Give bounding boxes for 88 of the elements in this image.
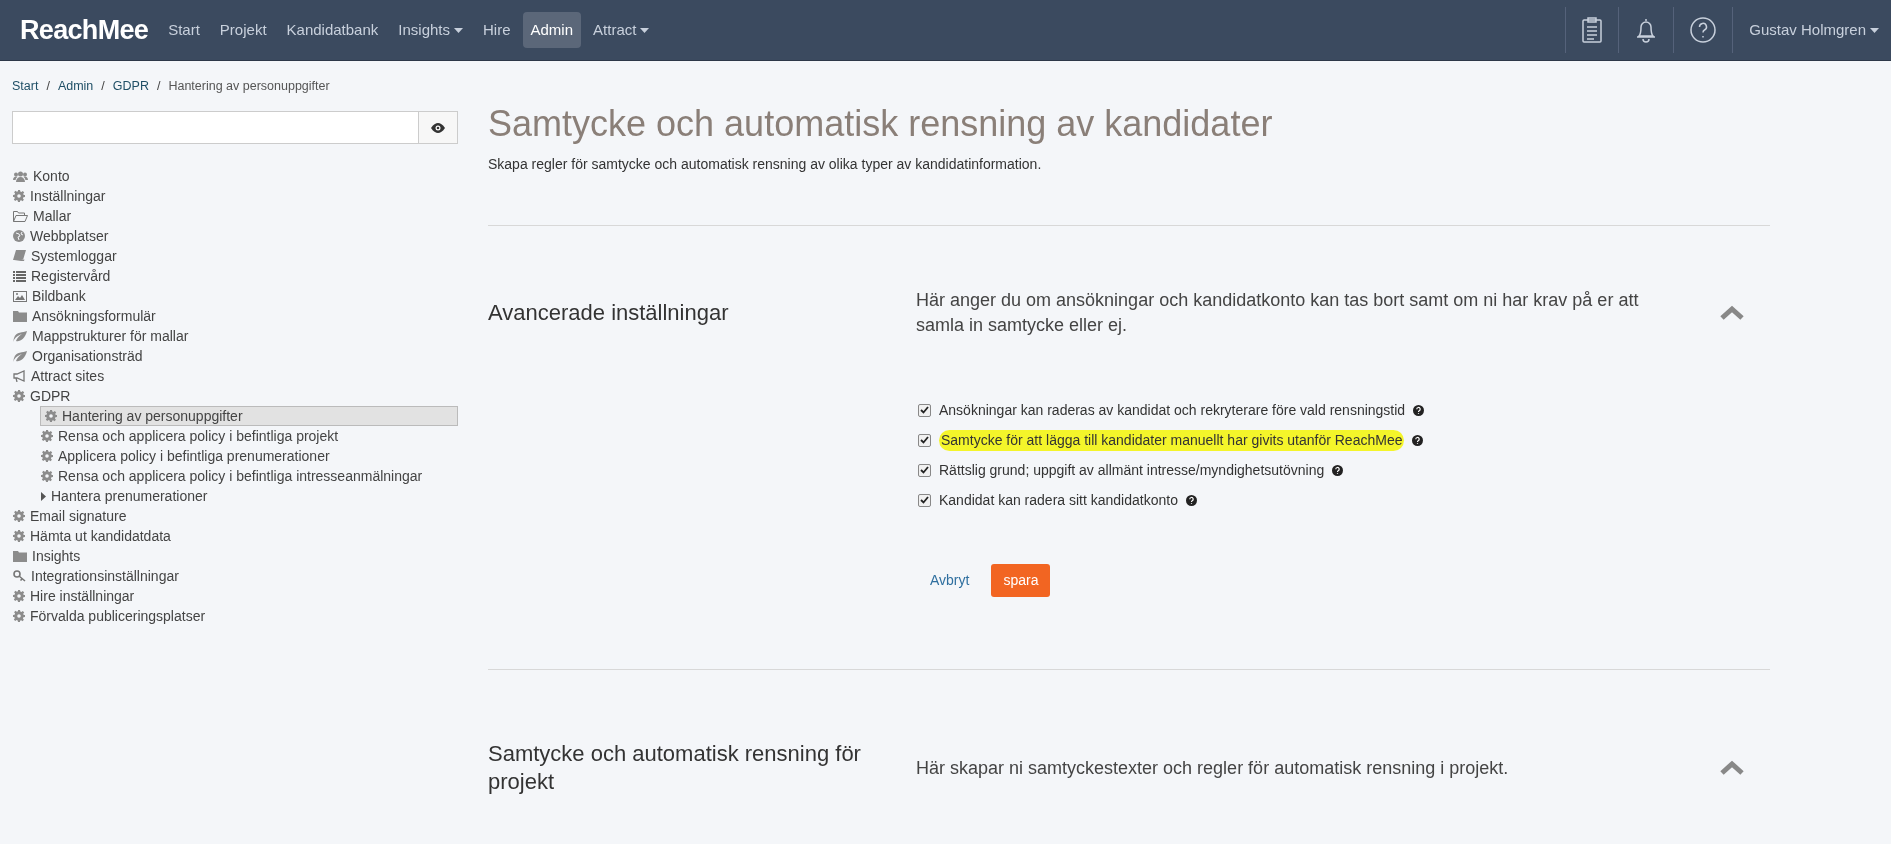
section-description: Här anger du om ansökningar och kandidatkonto kan tas bort samt om ni har krav på er att samla in samtycke eller ej. <box>916 289 1640 337</box>
gear-icon <box>13 190 25 202</box>
sidebar-item[interactable]: Mappstrukturer för mallar <box>12 326 458 346</box>
folder-icon <box>13 550 27 562</box>
gear-icon <box>13 390 25 402</box>
sidebar-item[interactable]: GDPR <box>12 386 458 406</box>
gear-icon <box>41 430 53 442</box>
gear-icon <box>13 530 25 542</box>
nav-tab[interactable]: Attract <box>585 12 658 48</box>
sidebar-item[interactable]: Systemloggar <box>12 246 458 266</box>
help-icon[interactable] <box>1690 17 1717 43</box>
sidebar-item[interactable]: Mallar <box>12 206 458 226</box>
caret-icon[interactable] <box>41 491 46 501</box>
checkbox[interactable] <box>918 493 931 507</box>
nav-tab[interactable]: Admin <box>522 12 582 48</box>
help-icon[interactable] <box>1185 494 1197 506</box>
eye-icon <box>431 122 445 133</box>
checkbox[interactable] <box>918 463 931 477</box>
logo[interactable]: ReachMee <box>20 9 149 51</box>
key-icon <box>13 570 26 582</box>
gear-icon <box>45 410 57 422</box>
sidebar-item[interactable]: Hantering av personuppgifter <box>40 406 458 426</box>
breadcrumb-separator: / <box>100 77 106 95</box>
clipboard-icon[interactable] <box>1582 17 1603 43</box>
breadcrumb-link[interactable]: Admin <box>57 76 94 96</box>
sidebar-item[interactable]: Applicera policy i befintliga prenumerationer <box>40 446 458 466</box>
option-label: Kandidat kan radera sitt kandidatkonto <box>939 490 1178 510</box>
sidebar-item[interactable]: Konto <box>12 166 458 186</box>
sidebar-item[interactable]: Registervård <box>12 266 458 286</box>
sidebar-item[interactable]: Integrationsinställningar <box>12 566 458 586</box>
megaphone-icon <box>13 370 26 382</box>
sidebar-item[interactable]: Bildbank <box>12 286 458 306</box>
folder-icon <box>13 310 27 322</box>
option-label: Ansökningar kan raderas av kandidat och rekryterare före vald rensningstid <box>939 400 1406 420</box>
breadcrumb-separator: / <box>155 77 162 95</box>
search-field[interactable] <box>12 111 458 144</box>
option-label: Rättslig grund; uppgift av allmänt intresse/myndighetsutövning <box>939 460 1325 480</box>
nav-tab[interactable]: Projekt <box>211 12 275 48</box>
sidebar-item[interactable]: Organisationsträd <box>12 346 458 366</box>
sidebar-item[interactable]: Förvalda publiceringsplatser <box>12 606 458 626</box>
cancel-link[interactable]: Avbryt <box>918 562 982 599</box>
breadcrumb-link[interactable]: GDPR <box>112 76 149 96</box>
section-description: Här skapar ni samtyckestexter och regler för automatisk rensning i projekt. <box>916 756 1510 780</box>
sidebar-item[interactable]: Hämta ut kandidatdata <box>12 526 458 546</box>
nav-tab[interactable]: Insights <box>390 12 471 48</box>
show-button[interactable] <box>418 112 457 143</box>
collapse-button[interactable] <box>1719 305 1745 321</box>
gear-icon <box>13 510 25 522</box>
sidebar-item[interactable]: Email signature <box>12 506 458 526</box>
caret-icon <box>1870 27 1879 33</box>
leaf-icon <box>13 350 27 362</box>
breadcrumb-link[interactable]: Start <box>12 76 39 96</box>
sidebar-item[interactable]: Rensa och applicera policy i befintliga intresseanmälningar <box>40 466 458 486</box>
sidebar-item[interactable]: Ansökningsformulär <box>12 306 458 326</box>
leaf-icon <box>13 330 27 342</box>
help-icon[interactable] <box>1413 404 1425 416</box>
option-label: Samtycke för att lägga till kandidater manuellt har givits utanför ReachMee <box>939 429 1405 451</box>
users-icon <box>13 170 28 182</box>
bell-icon[interactable] <box>1635 17 1658 43</box>
collapse-button[interactable] <box>1719 760 1745 776</box>
gear-icon <box>41 470 53 482</box>
checkbox[interactable] <box>918 433 931 447</box>
image-icon <box>13 290 27 302</box>
sidebar-item[interactable]: Hantera prenumerationer <box>40 486 458 506</box>
sidebar-item[interactable]: Webbplatser <box>12 226 458 246</box>
gear-icon <box>13 610 25 622</box>
nav-tab[interactable]: Start <box>160 12 208 48</box>
help-icon[interactable] <box>1412 434 1424 446</box>
sidebar-item[interactable]: Rensa och applicera policy i befintliga projekt <box>40 426 458 446</box>
breadcrumb-separator: / <box>45 77 51 95</box>
user-menu[interactable]: Gustav Holmgren <box>1732 7 1879 53</box>
nav-tab[interactable]: Kandidatbank <box>278 12 387 48</box>
sidebar-item[interactable]: Inställningar <box>12 186 458 206</box>
section-title: Avancerade inställningar <box>488 299 730 327</box>
gear-icon <box>41 450 53 462</box>
list-icon <box>13 270 26 282</box>
section-title: Samtycke och automatisk rensning för projekt <box>488 740 862 796</box>
sidebar-item[interactable]: Attract sites <box>12 366 458 386</box>
page-subtitle: Skapa regler för samtycke och automatisk rensning av olika typer av kandidatinformation. <box>488 155 1043 174</box>
breadcrumb-current: Hantering av personuppgifter <box>168 77 330 95</box>
checkbox[interactable] <box>918 403 931 417</box>
sidebar-item[interactable]: Hire inställningar <box>12 586 458 606</box>
gear-icon <box>13 590 25 602</box>
page-title: Samtycke och automatisk rensning av kandidater <box>488 102 1274 146</box>
nav-tab[interactable]: Hire <box>475 12 519 48</box>
help-icon[interactable] <box>1332 464 1344 476</box>
folder-icon <box>13 210 28 222</box>
sidebar-item[interactable]: Insights <box>12 546 458 566</box>
